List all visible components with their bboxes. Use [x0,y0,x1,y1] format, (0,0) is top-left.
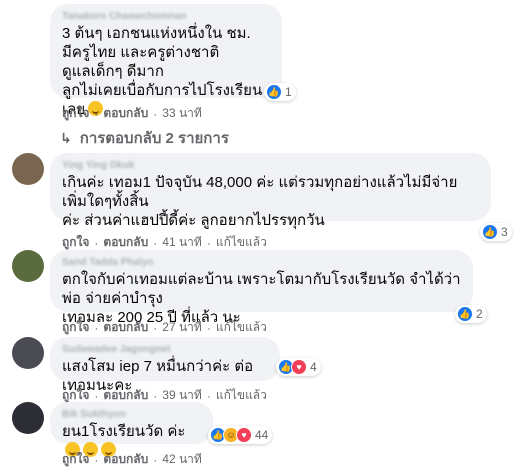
reaction-count: 4 [310,360,317,374]
comment-time[interactable]: 42 นาที [162,450,202,469]
comment-author[interactable]: Sudawadee Jagongnet [62,343,268,357]
reaction-summary[interactable]: 👍 ♥ 4 [276,358,321,376]
comment-time[interactable]: 27 นาที [162,318,202,337]
avatar[interactable] [12,402,44,434]
view-replies-label: การตอบกลับ 2 รายการ [79,130,229,147]
comment-bubble: Ying Ying Dkuk เกินค่ะ เทอม1 ปัจจุบัน 48… [50,153,491,229]
comment-actions: ถูกใจ · ตอบกลับ · 27 นาที · แก้ไขแล้ว [62,318,267,337]
separator-dot: · [153,452,158,467]
comment-actions: ถูกใจ · ตอบกลับ · 33 นาที [62,104,202,123]
reaction-summary[interactable]: 👍 ☺ ♥ 44 [208,426,273,444]
like-button[interactable]: ถูกใจ [62,104,89,123]
avatar[interactable] [12,337,44,369]
separator-dot: · [94,320,99,335]
separator-dot: · [94,452,99,467]
reaction-count: 3 [501,225,508,239]
comment-text: เกินค่ะ เทอม1 ปัจจุบัน 48,000 ค่ะ แต่รวม… [62,174,458,229]
comment-bubble: Bik Sukthyon ยน1โรงเรียนวัด ค่ะ [50,402,213,457]
reply-button[interactable]: ตอบกลับ [103,450,148,469]
comment-author[interactable]: Bik Sukthyon [62,408,201,422]
reaction-count: 2 [476,307,483,321]
edited-label[interactable]: แก้ไขแล้ว [216,318,267,337]
reaction-summary[interactable]: 👍 2 [455,305,487,323]
separator-dot: · [94,235,99,250]
like-icon: 👍 [457,306,473,322]
comment-bubble: Sudawadee Jagongnet แสงโสม iep 7 หมื่นกว… [50,337,280,394]
like-icon: 👍 [482,224,498,240]
reply-arrow-icon: ↳ [60,129,72,146]
separator-dot: · [94,388,99,403]
separator-dot: · [153,388,158,403]
reaction-summary[interactable]: 👍 3 [480,223,512,241]
comment-bubble: Sand Tadda Phalyo ตกใจกับค่าเทอมแต่ละบ้า… [50,250,473,326]
view-replies-link[interactable]: ↳ การตอบกลับ 2 รายการ [60,126,229,150]
reaction-count: 1 [285,85,292,99]
like-button[interactable]: ถูกใจ [62,318,89,337]
like-icon: 👍 [266,84,282,100]
separator-dot: · [206,235,211,250]
separator-dot: · [153,235,158,250]
reaction-summary[interactable]: 👍 1 [264,83,296,101]
love-icon: ♥ [291,359,307,375]
separator-dot: · [153,320,158,335]
comment-time[interactable]: 33 นาที [162,104,202,123]
avatar[interactable] [12,250,44,282]
reply-button[interactable]: ตอบกลับ [103,104,148,123]
separator-dot: · [206,320,211,335]
separator-dot: · [206,388,211,403]
separator-dot: · [94,106,99,121]
love-icon: ♥ [236,427,252,443]
separator-dot: · [153,106,158,121]
reaction-count: 44 [255,428,269,442]
comment-author[interactable]: Ying Ying Dkuk [62,159,479,173]
edited-label[interactable]: แก้ไขแล้ว [216,386,267,405]
comment-bubble: Tanakorn Chaowchomnan 3 ต้นๆ เอกชนแห่งหน… [50,4,282,118]
avatar[interactable] [12,153,44,185]
comment-author[interactable]: Sand Tadda Phalyo [62,256,461,270]
comment-author[interactable]: Tanakorn Chaowchomnan [62,10,270,24]
reply-button[interactable]: ตอบกลับ [103,318,148,337]
like-button[interactable]: ถูกใจ [62,450,89,469]
comment-actions: ถูกใจ · ตอบกลับ · 42 นาที [62,450,202,469]
